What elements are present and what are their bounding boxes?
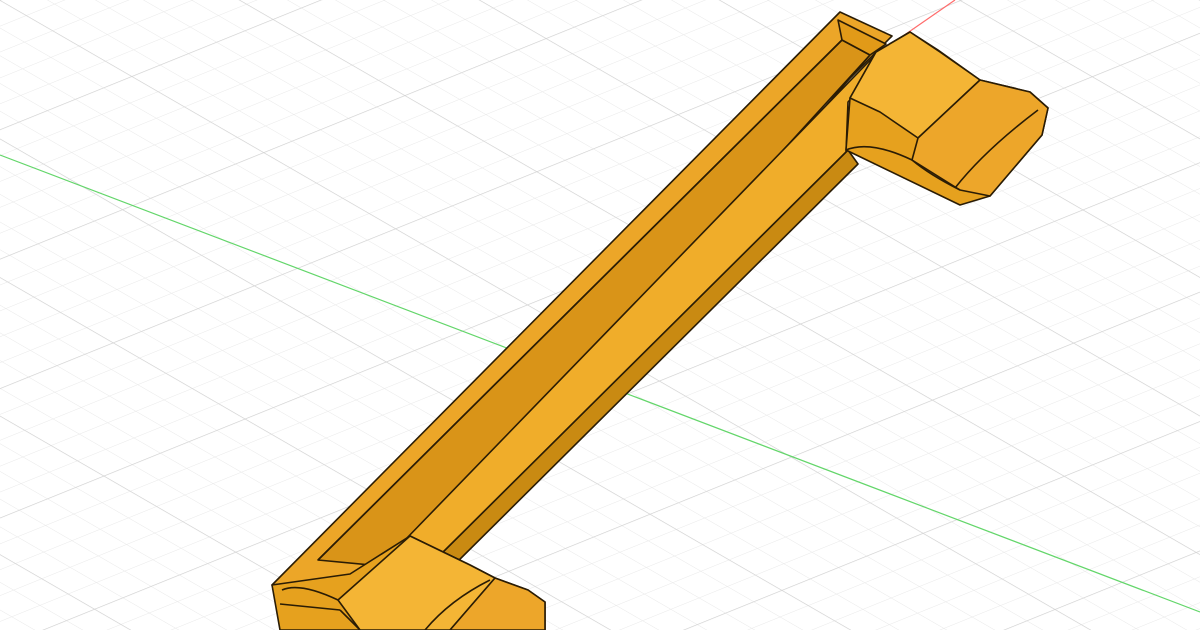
cad-viewport[interactable]	[0, 0, 1200, 630]
